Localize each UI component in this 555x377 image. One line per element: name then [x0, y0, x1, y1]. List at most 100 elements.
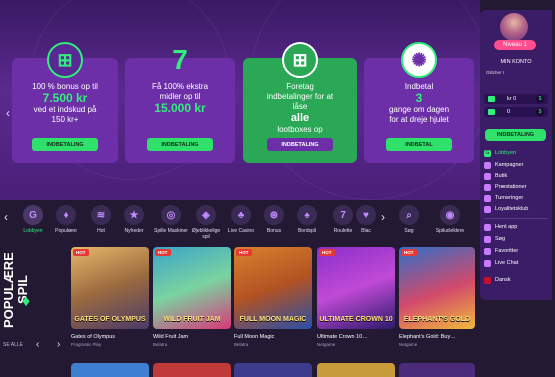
provider-icon: ◉ [440, 205, 460, 225]
deposit-button[interactable]: INDBETALING [267, 138, 333, 151]
spade-icon: ♠ [297, 205, 317, 225]
sidebar-item-label: Hent app [495, 224, 518, 230]
category-lobby[interactable]: G Lobbyen [16, 205, 50, 234]
category-slots[interactable]: ◎ Spille Maskiner [154, 205, 188, 234]
swap-icon[interactable]: $ [536, 95, 544, 103]
sidebar-item-lobby[interactable]: G Lobbyen [484, 148, 516, 158]
sidebar-item-achievements[interactable]: Præstationer [484, 182, 527, 192]
sidebar-item-label: Søg [495, 236, 506, 242]
bonus-balance-field[interactable]: 0 $ [484, 107, 548, 117]
language-select[interactable]: Dansk [484, 275, 511, 285]
swap-icon[interactable]: $ [536, 108, 544, 116]
search-icon: ⌕ [399, 205, 419, 225]
game-name[interactable]: Gates of Olympus [71, 334, 115, 340]
categories-prev-icon[interactable]: ‹ [4, 211, 8, 223]
gamepad-icon: ◈ [196, 205, 216, 225]
deposit-button[interactable]: INDBETAL [386, 138, 452, 151]
game-tile-gates-of-olympus[interactable]: HOT GATES OF OLYMPUS [71, 247, 149, 329]
trophy-icon [484, 183, 491, 191]
sidebar-item-label: Live Chat [495, 260, 519, 266]
sidebar-item-favorites[interactable]: Favoritter [484, 246, 518, 256]
loyalty-icon [484, 205, 491, 213]
category-live-casino[interactable]: ♣ Live Casino [224, 205, 258, 234]
promo-amount: 15.000 kr [154, 101, 206, 115]
sidebar-item-live-chat[interactable]: Live Chat [484, 258, 518, 268]
promo-amount: alle [290, 112, 310, 124]
hot-icon: ≋ [91, 205, 111, 225]
game-provider: Netgame [399, 342, 418, 347]
category-providers[interactable]: ◉ Spiludviklere [430, 205, 470, 234]
sidebar-item-campaigns[interactable]: Kampagner [484, 160, 523, 170]
category-popular[interactable]: ♦ Populære [49, 205, 83, 234]
prev-arrow-icon[interactable]: ‹ [6, 107, 10, 119]
sidebar-item-loyalty[interactable]: Loyalitetsklub [484, 204, 528, 214]
sidebar-item-shop[interactable]: Butik [484, 171, 507, 181]
category-new[interactable]: ★ Nyheder [117, 205, 151, 234]
chat-icon [484, 259, 491, 267]
game-name[interactable]: Wild Fruit Jam [153, 334, 188, 340]
sidebar: Niveau 1 MIN KONTO Glitcher I kr 0 $ 0 $… [480, 10, 552, 300]
hot-badge: HOT [401, 249, 417, 256]
wheel-icon: ✺ [401, 42, 437, 78]
promo-text: for at dreje hjulet [389, 115, 449, 124]
category-table[interactable]: ♠ Bordspil [290, 205, 324, 234]
category-label: Populære [55, 228, 77, 234]
game-name[interactable]: Full Moon Magic [234, 334, 274, 340]
category-label: Lobbyen [23, 228, 43, 234]
game-tile-wild-fruit-jam[interactable]: HOT WILD FRUIT JAM [153, 247, 231, 329]
deposit-button[interactable]: INDBETALING [147, 138, 213, 151]
category-blackjack[interactable]: ♥ Blac [354, 205, 378, 234]
tournament-icon [484, 194, 491, 202]
wallet-icon [488, 96, 495, 102]
category-search[interactable]: ⌕ Søg [392, 205, 426, 234]
game-name[interactable]: Ultimate Crown 10… [317, 334, 368, 340]
categories-next-icon[interactable]: › [381, 211, 385, 223]
game-provider: Pragmatic Play [71, 342, 102, 347]
game-tile-full-moon-magic[interactable]: HOT FULL MOON MAGIC [234, 247, 312, 329]
games-prev-icon[interactable]: ‹ [36, 339, 39, 350]
game-tile-elephants-gold[interactable]: HOT ELEPHANT'S GOLD [399, 247, 475, 329]
megaphone-icon [484, 161, 491, 169]
games-next-icon[interactable]: › [57, 339, 60, 350]
heart-icon [484, 247, 491, 255]
sidebar-item-tournaments[interactable]: Turneringer [484, 193, 523, 203]
game-provider: Netgame [317, 342, 336, 347]
balance-value: kr 0 [507, 96, 517, 102]
category-hot[interactable]: ≋ Hot [84, 205, 118, 234]
hot-badge: HOT [236, 249, 252, 256]
my-account-link[interactable]: MIN KONTO [480, 59, 552, 65]
sidebar-item-app[interactable]: Hent app [484, 222, 517, 232]
sidebar-item-search[interactable]: Søg [484, 234, 505, 244]
shop-icon [484, 172, 491, 180]
promo-text: indbetalinger for at [266, 92, 334, 101]
sidebar-deposit-button[interactable]: INDBETALING [485, 129, 546, 141]
flame-icon: ♦ [22, 293, 31, 310]
bonus-icon: ⊛ [264, 205, 284, 225]
star-icon: ★ [124, 205, 144, 225]
slot-icon: ◎ [161, 205, 181, 225]
game-art-title: GATES OF OLYMPUS [74, 316, 146, 323]
category-label: Bordspil [297, 228, 317, 234]
category-bonus[interactable]: ⊛ Bonus [257, 205, 291, 234]
avatar[interactable] [500, 13, 528, 41]
section-title: POPULÆRE SPIL ♦ [1, 245, 36, 335]
category-instant[interactable]: ◈ Øjeblikkelige spil [189, 205, 223, 240]
sidebar-item-label: Lobbyen [495, 150, 517, 156]
game-art-title: ELEPHANT'S GOLD [403, 316, 471, 323]
promo-text: 150 kr+ [51, 115, 79, 124]
deposit-button[interactable]: INDBETALING [32, 138, 98, 151]
category-label: Spiludviklere [435, 228, 465, 234]
promo-text: lootboxes op [277, 125, 323, 134]
sidebar-item-label: Kampagner [495, 162, 524, 168]
hot-badge: HOT [73, 249, 89, 256]
heart-icon: ♥ [356, 205, 376, 225]
divider [484, 218, 548, 219]
gift-icon [488, 109, 495, 115]
see-all-link[interactable]: SE ALLE [3, 342, 23, 348]
promo-text: Få 100% ekstra [151, 82, 209, 91]
game-name[interactable]: Elephant's Gold: Buy… [399, 334, 456, 340]
balance-field[interactable]: kr 0 $ [484, 94, 548, 104]
download-icon [484, 223, 491, 231]
category-label: Bonus [266, 228, 282, 234]
game-tile-ultimate-crown[interactable]: HOT ULTIMATE CROWN 10 [317, 247, 395, 329]
